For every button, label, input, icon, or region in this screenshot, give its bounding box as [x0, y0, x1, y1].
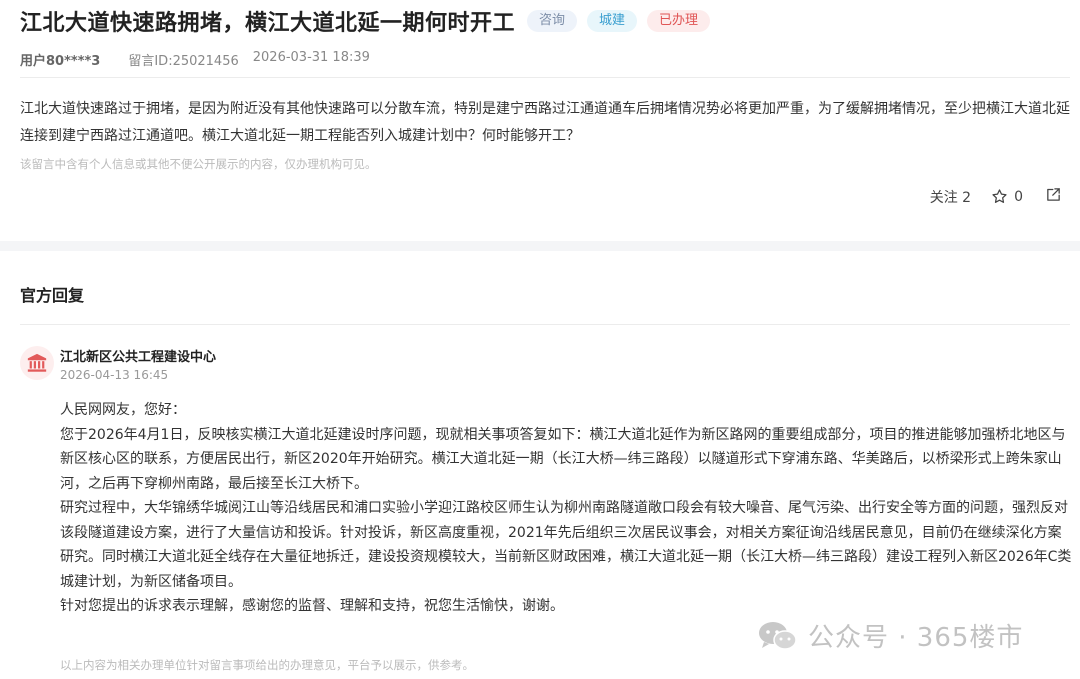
message-body: 江北大道快速路过于拥堵，是因为附近没有其他快速路可以分散车流，特别是建宁西路过江… — [20, 101, 1070, 144]
share-icon — [1047, 188, 1060, 201]
avatar — [20, 346, 54, 380]
message-header: 江北大道快速路拥堵，横江大道北延一期何时开工 咨询 城建 已办理 用户80***… — [20, 6, 1060, 69]
privacy-note: 该留言中含有个人信息或其他不便公开展示的内容，仅办理机构可见。 — [20, 157, 377, 171]
section-separator — [0, 241, 1080, 251]
message-actions: 关注 2 0 — [930, 186, 1062, 207]
reply-datetime: 2026-04-13 16:45 — [60, 368, 169, 382]
author-name: 用户80****3 — [20, 54, 101, 69]
reply-section-title: 官方回复 — [20, 286, 85, 305]
divider — [20, 77, 1070, 78]
watermark-text: 公众号 · 365楼市 — [808, 623, 1024, 653]
reply-paragraph: 针对您提出的诉求表示理解，感谢您的监督、理解和支持，祝您生活愉快，谢谢。 — [60, 598, 564, 614]
watermark: 公众号 · 365楼市 — [758, 617, 1023, 654]
reply-body: 人民网网友，您好： 您于2026年4月1日，反映核实横江大道北延建设时序问题，现… — [60, 398, 1072, 619]
share-button[interactable] — [1045, 186, 1062, 207]
status-badge: 已办理 — [647, 10, 711, 32]
message-id: 留言ID:25021456 — [128, 54, 239, 69]
favorite-button[interactable]: 0 — [991, 188, 1023, 205]
page-title: 江北大道快速路拥堵，横江大道北延一期何时开工 — [20, 11, 516, 36]
government-building-icon — [27, 353, 47, 372]
message-datetime: 2026-03-31 18:39 — [252, 50, 370, 65]
reply-footer-note: 以上内容为相关办理单位针对留言事项给出的办理意见，平台予以展示，供参考。 — [60, 658, 474, 672]
star-icon — [992, 189, 1007, 203]
wechat-icon — [759, 621, 797, 650]
reply-paragraph: 您于2026年4月1日，反映核实横江大道北延建设时序问题，现就相关事项答复如下：… — [60, 426, 1066, 492]
favorite-count: 0 — [1014, 188, 1023, 205]
follow-button[interactable]: 关注 2 — [930, 187, 971, 207]
reply-paragraph: 人民网网友，您好： — [60, 402, 186, 418]
reply-org-name: 江北新区公共工程建设中心 — [60, 350, 217, 365]
message-meta: 用户80****3 留言ID:25021456 2026-03-31 18:39 — [20, 50, 1060, 69]
divider — [20, 324, 1070, 325]
reply-paragraph: 研究过程中，大华锦绣华城阅江山等沿线居民和浦口实验小学迎江路校区师生认为柳州南路… — [60, 500, 1072, 590]
tag-urban-construction[interactable]: 城建 — [587, 10, 638, 32]
tag-consult[interactable]: 咨询 — [527, 10, 578, 32]
